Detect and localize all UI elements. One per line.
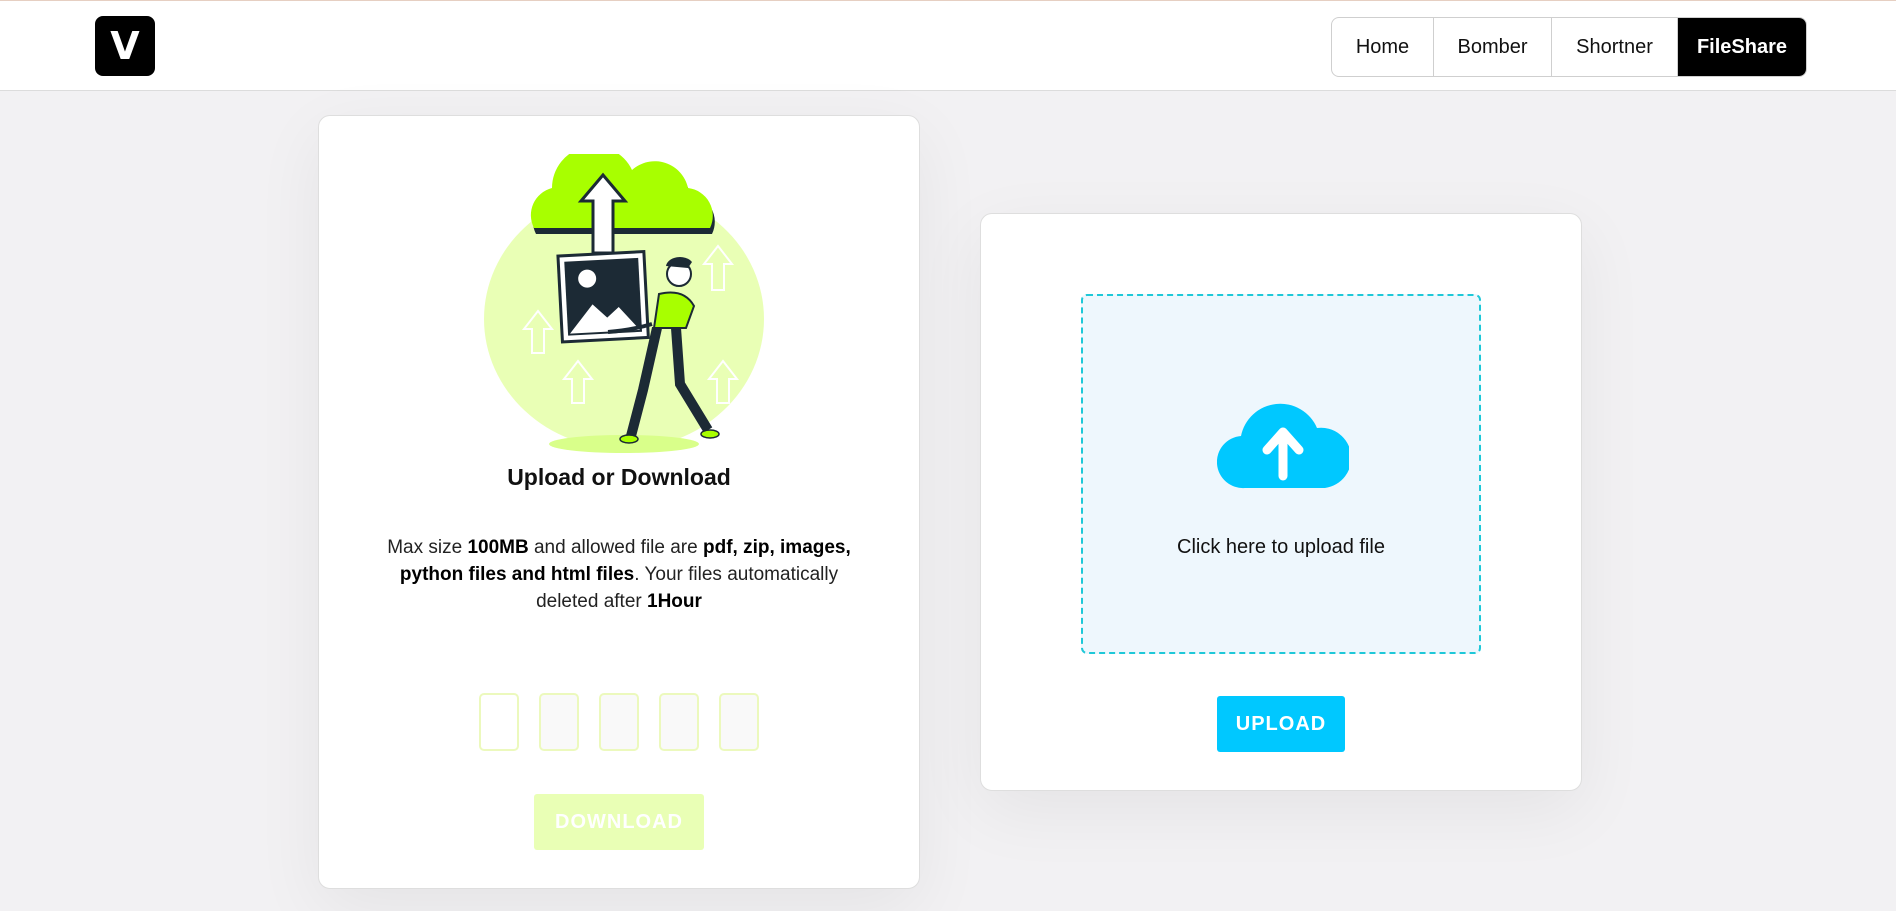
card-title: Upload or Download [507,464,731,490]
download-card: Upload or Download Max size 100MB and al… [318,115,920,889]
code-digit-4[interactable] [659,693,699,751]
logo-letter: V [110,24,140,68]
upload-rules-text: Max size 100MB and allowed file are pdf,… [369,534,869,615]
upload-card: Click here to upload file UPLOAD [980,213,1582,791]
site-logo[interactable]: V [95,16,155,76]
desc-text-1: Max size [387,537,468,558]
cloud-upload-icon [1217,403,1349,489]
desc-max-size: 100MB [467,537,529,558]
upload-illustration [484,154,764,453]
file-dropzone[interactable]: Click here to upload file [1081,294,1481,654]
nav-home[interactable]: Home [1332,18,1434,76]
code-digit-5[interactable] [719,693,759,751]
nav-bomber[interactable]: Bomber [1434,18,1552,76]
dropzone-label: Click here to upload file [1177,536,1385,558]
upload-button[interactable]: UPLOAD [1217,696,1345,752]
download-button[interactable]: DOWNLOAD [534,794,704,850]
nav-shortner[interactable]: Shortner [1552,18,1678,76]
desc-text-2: and allowed file are [528,537,703,558]
nav-fileshare[interactable]: FileShare [1678,18,1806,76]
main-nav: Home Bomber Shortner FileShare [1331,17,1807,77]
desc-expiry: 1Hour [647,591,702,612]
code-digit-2[interactable] [539,693,579,751]
code-digit-1[interactable] [479,693,519,751]
download-code-input-group [479,693,759,751]
site-header: V Home Bomber Shortner FileShare [0,1,1896,91]
code-digit-3[interactable] [599,693,639,751]
